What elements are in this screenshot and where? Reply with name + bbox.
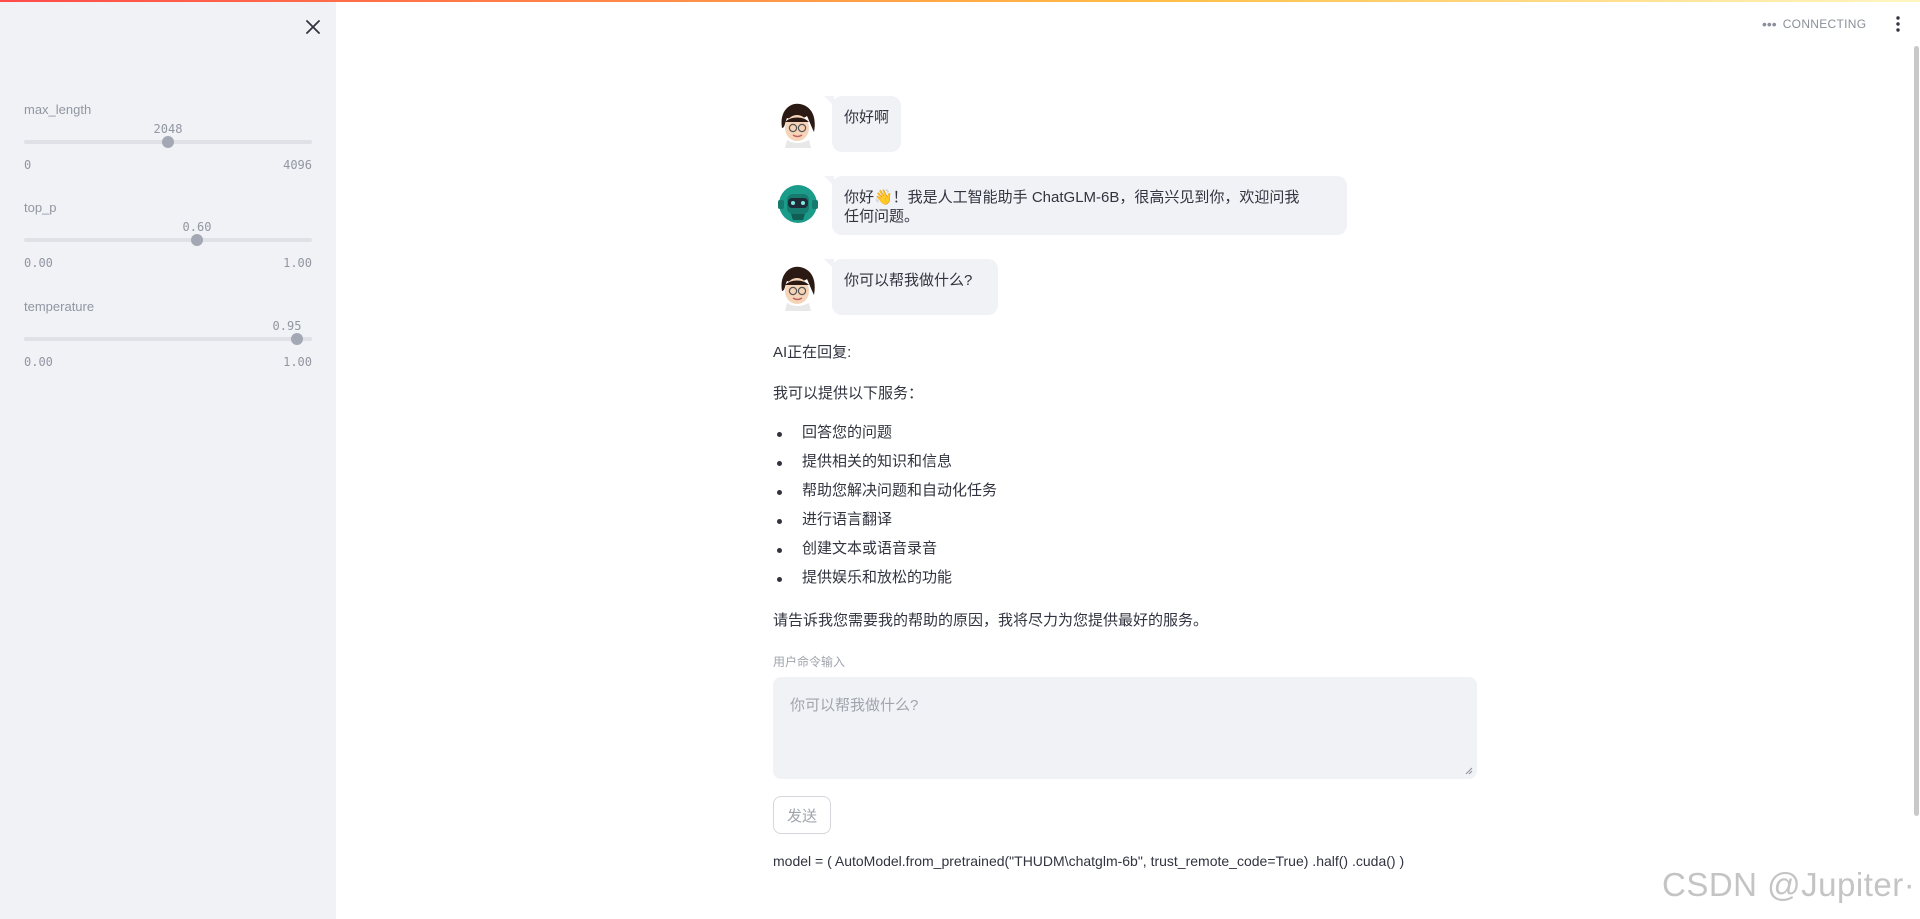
slider-top-p: top_p 0.60 0.00 1.00	[24, 200, 312, 270]
sidebar: max_length 2048 0 4096 top_p 0.60 0.00 1…	[0, 0, 336, 919]
status-text: CONNECTING	[1782, 17, 1867, 31]
user-avatar	[774, 262, 822, 311]
reply-status-label: AI正在回复:	[773, 344, 852, 361]
slider-min: 0.00	[24, 355, 53, 369]
message-text-line-1: 你好👋！我是人工智能助手 ChatGLM-6B，很高兴见到你，欢迎问我	[844, 189, 1300, 206]
slider-temperature: temperature 0.95 0.00 1.00	[24, 299, 312, 369]
message-text: 你好啊	[844, 109, 890, 126]
list-item: 创建文本或语音录音	[773, 539, 997, 568]
reply-service-list: 回答您的问题 提供相关的知识和信息 帮助您解决问题和自动化任务 进行语言翻译 创…	[773, 423, 997, 597]
slider-track[interactable]	[24, 238, 312, 242]
slider-label: max_length	[24, 102, 92, 117]
more-horizontal-icon: •••	[1762, 16, 1777, 32]
slider-value: 0.60	[182, 220, 212, 234]
resize-grip-icon[interactable]	[1465, 767, 1473, 775]
slider-thumb[interactable]	[291, 333, 303, 345]
close-sidebar-button[interactable]	[300, 14, 326, 40]
slider-thumb[interactable]	[191, 234, 203, 246]
command-input[interactable]: 你可以帮我做什么?	[773, 677, 1477, 779]
slider-max: 1.00	[283, 256, 312, 270]
model-code-line: model = ( AutoModel.from_pretrained("THU…	[773, 853, 1405, 869]
message-bubble: 你好👋！我是人工智能助手 ChatGLM-6B，很高兴见到你，欢迎问我 任何问题…	[824, 176, 1347, 235]
chat-message-user: 你可以帮我做什么?	[773, 259, 998, 315]
slider-label: temperature	[24, 299, 95, 314]
more-vertical-icon	[1896, 16, 1900, 32]
list-item: 提供娱乐和放松的功能	[773, 568, 997, 597]
watermark: CSDN @Jupiter·	[1662, 866, 1916, 903]
bot-avatar	[774, 179, 822, 227]
list-item: 进行语言翻译	[773, 510, 997, 539]
slider-min: 0.00	[24, 256, 53, 270]
top-decoration-bar	[0, 0, 1920, 2]
close-icon	[306, 20, 320, 34]
reply-outro: 请告诉我您需要我的帮助的原因，我将尽力为您提供最好的服务。	[773, 612, 1209, 629]
slider-max-length: max_length 2048 0 4096	[24, 102, 312, 172]
slider-track[interactable]	[24, 337, 312, 341]
slider-max: 4096	[283, 158, 312, 172]
main-menu-button[interactable]	[1890, 12, 1906, 36]
command-input-placeholder: 你可以帮我做什么?	[790, 697, 919, 714]
command-input-label: 用户命令输入	[773, 655, 846, 669]
list-item: 帮助您解决问题和自动化任务	[773, 481, 997, 510]
message-text: 你可以帮我做什么?	[844, 272, 973, 289]
slider-max: 1.00	[283, 355, 312, 369]
chat-message-assistant: 你好👋！我是人工智能助手 ChatGLM-6B，很高兴见到你，欢迎问我 任何问题…	[773, 176, 1347, 235]
message-bubble: 你好啊	[824, 96, 901, 152]
send-button[interactable]: 发送	[773, 796, 831, 834]
page-scrollbar[interactable]	[1914, 46, 1919, 816]
slider-thumb[interactable]	[162, 136, 174, 148]
list-item: 提供相关的知识和信息	[773, 452, 997, 481]
reply-intro: 我可以提供以下服务：	[773, 385, 924, 402]
user-avatar	[774, 99, 822, 148]
slider-min: 0	[24, 158, 32, 172]
connection-status: ••• CONNECTING	[1762, 16, 1866, 32]
chat-message-user: 你好啊	[773, 96, 901, 152]
slider-value: 0.95	[272, 319, 302, 333]
message-bubble: 你可以帮我做什么?	[824, 259, 998, 315]
slider-value: 2048	[153, 122, 183, 136]
message-text-line-2: 任何问题。	[844, 208, 920, 225]
list-item: 回答您的问题	[773, 423, 997, 452]
slider-label: top_p	[24, 200, 57, 215]
